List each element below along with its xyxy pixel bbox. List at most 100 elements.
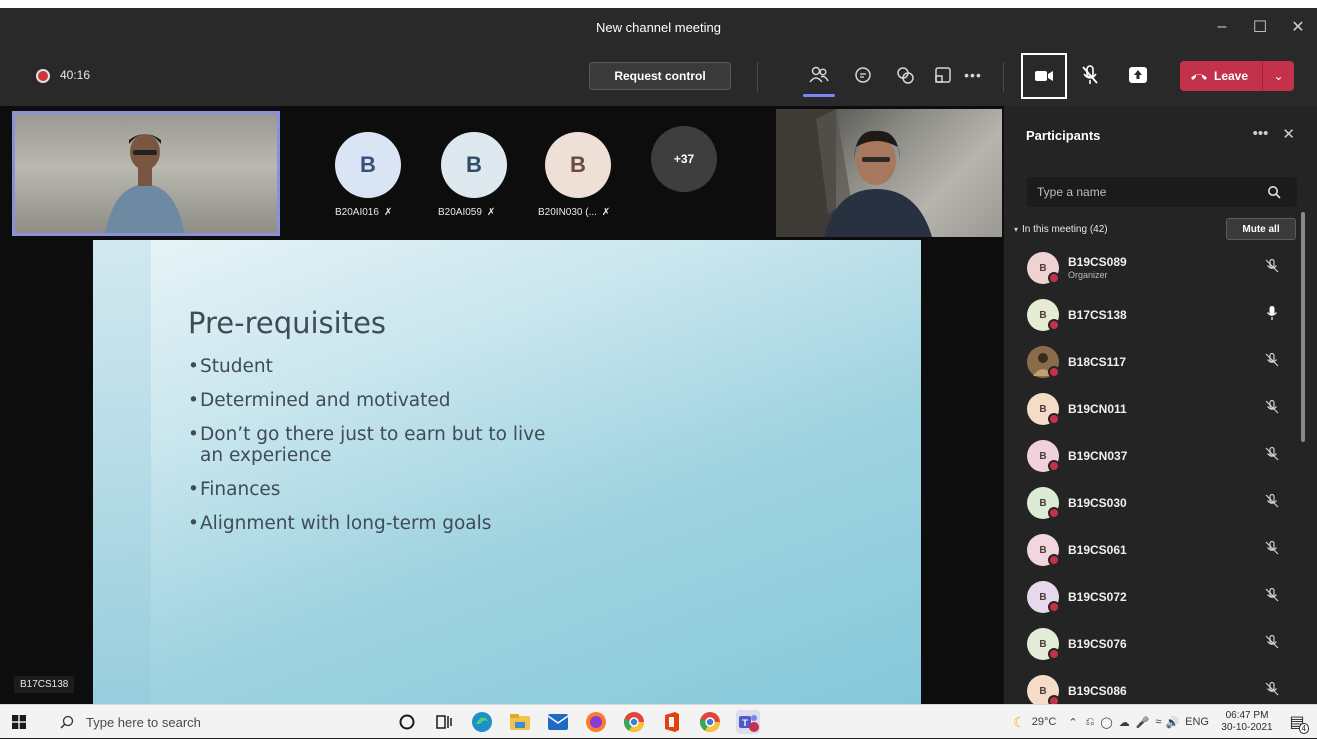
slide-bullet: •Student — [188, 356, 273, 377]
participant-avatar[interactable]: B — [441, 132, 507, 198]
edge-icon[interactable] — [470, 710, 494, 734]
input-language[interactable]: ENG — [1185, 716, 1209, 728]
file-explorer-icon[interactable] — [508, 710, 532, 734]
participant-name: B19CS030 — [1068, 496, 1127, 510]
participant-avatar[interactable]: B — [545, 132, 611, 198]
participant-row[interactable]: B B19CS089 Organizer — [1004, 246, 1304, 293]
tray-overflow-icon[interactable]: ⌃ — [1068, 716, 1077, 729]
clock-date: 30-10-2021 — [1221, 722, 1273, 733]
avatar: B — [1027, 628, 1060, 660]
section-collapse-icon[interactable]: ▾ — [1014, 225, 1018, 234]
mic-muted-icon[interactable] — [1078, 63, 1102, 87]
mic-muted-icon: ✗ — [601, 207, 611, 218]
panel-close-icon[interactable]: ✕ — [1282, 125, 1295, 143]
mute-all-button[interactable]: Mute all — [1226, 218, 1296, 240]
windows-start-icon[interactable] — [12, 715, 26, 729]
slide-bullet: •Alignment with long-term goals — [188, 513, 492, 534]
presence-badge — [1048, 413, 1060, 425]
meeting-stage: B B20AI016 ✗ B B20AI059 ✗ B B20IN030 (... ✗… — [0, 106, 1003, 704]
mic-muted-icon — [1262, 632, 1282, 652]
participant-video-tile[interactable] — [776, 109, 1002, 237]
leave-button[interactable]: Leave ⌄ — [1180, 61, 1294, 91]
presence-badge — [1048, 601, 1060, 613]
leave-options-chevron-icon[interactable]: ⌄ — [1263, 69, 1294, 83]
participant-role: Organizer — [1068, 270, 1108, 280]
wifi-icon[interactable]: ≈ — [1155, 716, 1161, 728]
weather-temp[interactable]: 29°C — [1032, 716, 1057, 728]
avatar: B — [1027, 252, 1060, 284]
network-icon[interactable]: ⎌ — [1086, 716, 1095, 729]
notification-center-icon[interactable]: ▤ 4 — [1277, 712, 1317, 734]
mail-icon[interactable] — [546, 710, 570, 734]
participants-scrollbar[interactable] — [1301, 212, 1305, 442]
mic-muted-icon — [1262, 397, 1282, 417]
mic-muted-icon — [1262, 585, 1282, 605]
microphone-tray-icon[interactable]: 🎤 — [1136, 716, 1150, 729]
participant-row[interactable]: B B19CN037 — [1004, 434, 1304, 481]
close-button[interactable]: ✕ — [1279, 17, 1317, 37]
participant-row[interactable]: B B19CN011 — [1004, 387, 1304, 434]
weather-icon[interactable]: ☾ — [1013, 714, 1026, 731]
title-bar: New channel meeting – ☐ ✕ — [0, 8, 1317, 46]
participant-search-input[interactable] — [1037, 185, 1267, 199]
cortana-icon[interactable] — [395, 710, 419, 734]
slide-bullet: •Don’t go there just to earn but to live… — [188, 424, 546, 466]
participant-name: B19CS072 — [1068, 590, 1127, 604]
participant-row[interactable]: B B19CS086 — [1004, 669, 1304, 704]
system-tray: ☾ 29°C ⌃ ⎌ ◯ ☁ 🎤 ≈ 🔊 ENG 06:47 PM 30-10-… — [1013, 705, 1317, 739]
teams-icon[interactable]: T — [736, 710, 760, 734]
office-icon[interactable] — [660, 710, 684, 734]
onedrive-icon[interactable]: ☁ — [1119, 716, 1130, 729]
minimize-button[interactable]: – — [1203, 18, 1241, 36]
request-control-button[interactable]: Request control — [589, 62, 731, 90]
mic-muted-icon — [1262, 491, 1282, 511]
presence-badge — [1048, 695, 1060, 704]
search-icon — [1268, 186, 1281, 199]
taskbar-clock[interactable]: 06:47 PM 30-10-2021 — [1217, 710, 1277, 734]
avatar: B — [1027, 299, 1060, 331]
volume-icon[interactable]: 🔊 — [1165, 716, 1179, 729]
participant-row[interactable]: B B19CS030 — [1004, 481, 1304, 528]
participant-name: B19CS089 — [1068, 255, 1127, 269]
panel-controls: ••• ✕ — [1253, 125, 1295, 143]
rooms-icon[interactable] — [931, 63, 955, 87]
reactions-icon[interactable] — [893, 63, 917, 87]
participants-panel: Participants ••• ✕ ▾ In this meeting (42… — [1003, 106, 1317, 704]
participant-search[interactable] — [1027, 177, 1297, 207]
chat-icon[interactable] — [851, 63, 875, 87]
participant-video-tile[interactable] — [12, 111, 280, 236]
participant-name: B19CS061 — [1068, 543, 1127, 557]
task-view-icon[interactable] — [432, 710, 456, 734]
participant-row[interactable]: B B19CS061 — [1004, 528, 1304, 575]
panel-more-icon[interactable]: ••• — [1253, 125, 1269, 143]
participant-name: B17CS138 — [1068, 308, 1127, 322]
chrome-icon[interactable] — [622, 710, 646, 734]
clock-time: 06:47 PM — [1225, 710, 1269, 721]
firefox-icon[interactable] — [584, 710, 608, 734]
presence-badge — [1048, 366, 1060, 378]
participant-row[interactable]: B B17CS138 — [1004, 293, 1304, 340]
participant-row[interactable]: B B19CS076 — [1004, 622, 1304, 669]
presence-badge — [1048, 460, 1060, 472]
camera-button[interactable] — [1021, 53, 1067, 99]
maximize-button[interactable]: ☐ — [1241, 17, 1279, 37]
share-screen-icon[interactable] — [1126, 63, 1150, 87]
toolbar-divider — [757, 62, 758, 92]
meeting-toolbar: 40:16 Request control ••• Leave ⌄ — [0, 46, 1317, 106]
meet-now-icon[interactable]: ◯ — [1100, 716, 1112, 729]
participant-row[interactable]: B18CS117 — [1004, 340, 1304, 387]
more-actions-icon[interactable]: ••• — [961, 63, 985, 87]
slide-bullet: •Determined and motivated — [188, 390, 451, 411]
mic-muted-icon — [1262, 444, 1282, 464]
avatar: B — [1027, 440, 1060, 472]
presence-badge — [1048, 507, 1060, 519]
participants-icon[interactable] — [807, 63, 831, 87]
participant-row[interactable]: B B19CS072 — [1004, 575, 1304, 622]
more-participants-tile[interactable]: +37 — [651, 126, 717, 192]
presence-badge — [1048, 648, 1060, 660]
chrome-profile-icon[interactable] — [698, 710, 722, 734]
participant-avatar[interactable]: B — [335, 132, 401, 198]
taskbar-search[interactable]: Type here to search — [50, 708, 380, 736]
avatar: B — [1027, 534, 1060, 566]
in-meeting-section[interactable]: ▾ In this meeting (42) Mute all — [1014, 218, 1296, 240]
